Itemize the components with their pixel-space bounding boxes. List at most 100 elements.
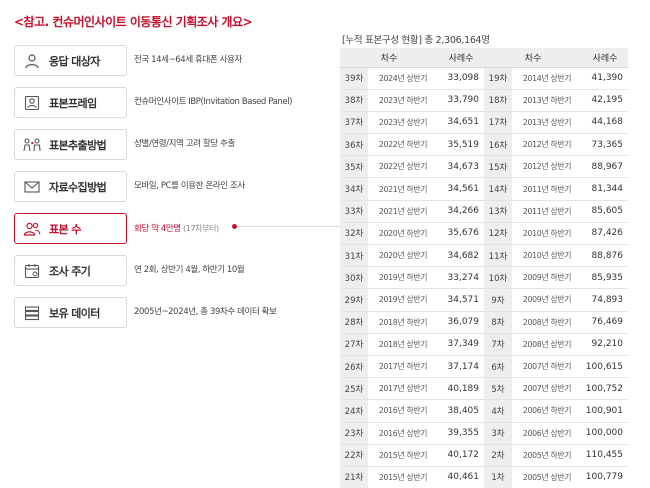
cell-count: 34,682 xyxy=(438,244,484,268)
cell-round: 16차 xyxy=(484,133,512,157)
header-round-right: 차수 xyxy=(484,48,582,68)
info-value: 연 2회, 상반기 4월, 하반기 10월 xyxy=(134,265,245,275)
cell-round: 19차 xyxy=(484,67,512,90)
cell-count: 74,893 xyxy=(582,288,628,312)
cell-count: 33,790 xyxy=(438,89,484,112)
table-row: 25차 2017년 상반기 40,189 5차 2007년 상반기 100,752 xyxy=(340,377,628,401)
info-label: 조사 주기 xyxy=(49,264,91,278)
cell-round: 31차 xyxy=(340,244,368,268)
table-row: 33차 2021년 상반기 34,266 13차 2011년 상반기 85,605 xyxy=(340,200,628,223)
cell-period: 2006년 상반기 xyxy=(512,422,582,445)
cell-period: 2013년 하반기 xyxy=(512,89,582,112)
cell-count: 42,195 xyxy=(582,89,628,112)
info-row-survey-cycle: 조사 주기 연 2회, 상반기 4월, 하반기 10월 xyxy=(14,255,314,286)
cell-period: 2007년 하반기 xyxy=(512,355,582,379)
people-group-icon xyxy=(15,129,49,160)
cell-count: 40,461 xyxy=(438,466,484,488)
info-label: 표본프레임 xyxy=(49,96,97,110)
header-count-left: 사례수 xyxy=(438,48,484,68)
cell-period: 2018년 하반기 xyxy=(368,311,438,334)
cell-count: 87,426 xyxy=(582,222,628,246)
cell-period: 2006년 하반기 xyxy=(512,399,582,423)
cell-round: 12차 xyxy=(484,222,512,246)
info-label-box: 표본추출방법 xyxy=(14,129,127,160)
cell-round: 22차 xyxy=(340,444,368,467)
cell-period: 2009년 하반기 xyxy=(512,266,582,290)
info-row-sample-size: 표본 수 회당 약 4만명 (17차부터) xyxy=(14,213,314,244)
cell-period: 2010년 하반기 xyxy=(512,222,582,246)
cell-period: 2012년 하반기 xyxy=(512,133,582,157)
cell-period: 2024년 상반기 xyxy=(368,67,438,90)
cell-round: 4차 xyxy=(484,399,512,423)
cell-count: 34,266 xyxy=(438,200,484,223)
cell-round: 10차 xyxy=(484,266,512,290)
table-caption: [누적 표본구성 현황] 총 2,306,164명 xyxy=(342,35,490,46)
cell-count: 100,615 xyxy=(582,355,628,379)
envelope-icon xyxy=(15,171,49,202)
cell-count: 33,098 xyxy=(438,67,484,90)
info-value: 2005년~2024년, 총 39차수 데이터 확보 xyxy=(134,307,277,317)
cell-round: 28차 xyxy=(340,311,368,334)
cell-count: 100,779 xyxy=(582,466,628,488)
info-row-respondents: 응답 대상자 전국 14세~64세 휴대폰 사용자 xyxy=(14,45,314,76)
connector-line xyxy=(234,226,340,227)
table-row: 39차 2024년 상반기 33,098 19차 2014년 상반기 41,390 xyxy=(340,67,628,90)
header-round-left: 차수 xyxy=(340,48,438,68)
cell-period: 2023년 상반기 xyxy=(368,111,438,135)
cell-count: 81,344 xyxy=(582,177,628,201)
table-row: 27차 2018년 상반기 37,349 7차 2008년 상반기 92,210 xyxy=(340,333,628,356)
cell-round: 37차 xyxy=(340,111,368,135)
cell-round: 15차 xyxy=(484,155,512,179)
table-row: 30차 2019년 하반기 33,274 10차 2009년 하반기 85,935 xyxy=(340,266,628,290)
table-row: 31차 2020년 상반기 34,682 11차 2010년 상반기 88,876 xyxy=(340,244,628,268)
table-row: 36차 2022년 하반기 35,519 16차 2012년 하반기 73,365 xyxy=(340,133,628,157)
table-row: 22차 2015년 하반기 40,172 2차 2005년 하반기 110,455 xyxy=(340,444,628,467)
cell-period: 2015년 하반기 xyxy=(368,444,438,467)
cell-period: 2008년 하반기 xyxy=(512,311,582,334)
cell-period: 2016년 상반기 xyxy=(368,422,438,445)
table-row: 26차 2017년 하반기 37,174 6차 2007년 하반기 100,615 xyxy=(340,355,628,379)
cell-round: 33차 xyxy=(340,200,368,223)
cell-period: 2022년 상반기 xyxy=(368,155,438,179)
table-row: 29차 2019년 상반기 34,571 9차 2009년 상반기 74,893 xyxy=(340,288,628,312)
cell-count: 92,210 xyxy=(582,333,628,356)
cell-count: 34,561 xyxy=(438,177,484,201)
cell-round: 34차 xyxy=(340,177,368,201)
info-label-box: 응답 대상자 xyxy=(14,45,127,76)
cell-round: 38차 xyxy=(340,89,368,112)
info-label-box: 보유 데이터 xyxy=(14,297,127,328)
cell-period: 2005년 상반기 xyxy=(512,466,582,488)
info-label: 자료수집방법 xyxy=(49,180,107,194)
cell-round: 29차 xyxy=(340,288,368,312)
sample-composition-table: 차수 사례수 차수 사례수 39차 2024년 상반기 33,098 19차 2014년… xyxy=(340,48,628,488)
info-row-sample-frame: 표본프레임 컨슈머인사이트 IBP(Invitation Based Panel… xyxy=(14,87,314,118)
cell-count: 37,174 xyxy=(438,355,484,379)
cell-period: 2015년 상반기 xyxy=(368,466,438,488)
cell-round: 26차 xyxy=(340,355,368,379)
cell-period: 2012년 상반기 xyxy=(512,155,582,179)
table-row: 35차 2022년 상반기 34,673 15차 2012년 상반기 88,967 xyxy=(340,155,628,179)
cell-period: 2014년 상반기 xyxy=(512,67,582,90)
cell-round: 3차 xyxy=(484,422,512,445)
cell-round: 36차 xyxy=(340,133,368,157)
table-row: 28차 2018년 하반기 36,079 8차 2008년 하반기 76,469 xyxy=(340,311,628,334)
info-value: 성별/연령/지역 고려 할당 추출 xyxy=(134,139,235,149)
info-label-box: 표본 수 xyxy=(14,213,127,244)
cell-count: 100,752 xyxy=(582,377,628,401)
cell-period: 2005년 하반기 xyxy=(512,444,582,467)
cell-count: 85,605 xyxy=(582,200,628,223)
page-title: <참고. 컨슈머인사이트 이동통신 기획조사 개요> xyxy=(14,15,253,29)
cell-count: 39,355 xyxy=(438,422,484,445)
table-row: 24차 2016년 하반기 38,405 4차 2006년 하반기 100,901 xyxy=(340,399,628,423)
table-header-row: 차수 사례수 차수 사례수 xyxy=(340,48,628,68)
table-row: 21차 2015년 상반기 40,461 1차 2005년 상반기 100,779 xyxy=(340,466,628,488)
cell-count: 110,455 xyxy=(582,444,628,467)
cell-count: 41,390 xyxy=(582,67,628,90)
calendar-icon xyxy=(15,255,49,286)
cell-period: 2018년 상반기 xyxy=(368,333,438,356)
info-label: 표본추출방법 xyxy=(49,138,107,152)
cell-round: 11차 xyxy=(484,244,512,268)
info-row-sampling-method: 표본추출방법 성별/연령/지역 고려 할당 추출 xyxy=(14,129,314,160)
person-icon xyxy=(15,45,49,76)
users-icon xyxy=(15,213,49,244)
